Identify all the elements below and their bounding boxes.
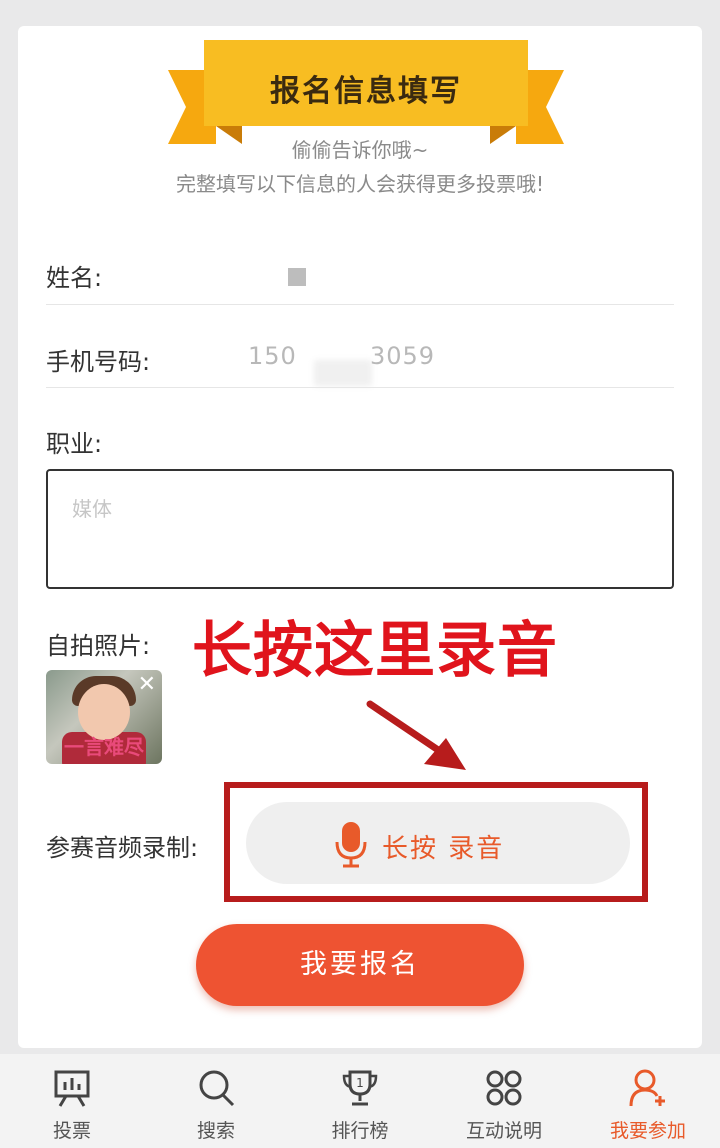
name-field[interactable] — [288, 268, 306, 286]
tab-vote[interactable]: 投票 — [12, 1054, 132, 1148]
tab-label: 我要参加 — [609, 1120, 686, 1142]
job-input[interactable]: 媒体 — [46, 469, 674, 589]
tab-label: 互动说明 — [465, 1120, 542, 1142]
audio-label: 参赛音频录制: — [46, 834, 199, 862]
phone-redaction — [314, 360, 372, 386]
tab-label: 排行榜 — [331, 1120, 389, 1142]
bottom-tab-bar: 投票 搜索 1 排行榜 互动说明 我要参加 — [0, 1054, 720, 1148]
tab-interaction[interactable]: 互动说明 — [444, 1054, 564, 1148]
divider — [46, 387, 674, 388]
photo-caption: 一言难尽 — [64, 735, 144, 759]
name-label: 姓名: — [46, 264, 103, 292]
add-user-icon — [629, 1069, 665, 1107]
tab-label: 搜索 — [196, 1120, 235, 1142]
interaction-grid-icon — [486, 1070, 522, 1106]
record-button-label: 长按 录音 — [382, 834, 505, 864]
annotation-text: 长按这里录音 — [192, 616, 558, 686]
search-icon — [199, 1070, 235, 1107]
phone-suffix[interactable]: 3059 — [370, 342, 435, 370]
registration-card: 报名信息填写 偷偷告诉你哦~ 完整填写以下信息的人会获得更多投票哦! 姓名: 手… — [18, 26, 702, 1048]
phone-prefix[interactable]: 150 — [248, 342, 297, 370]
job-label: 职业: — [46, 430, 103, 458]
tab-search[interactable]: 搜索 — [156, 1054, 276, 1148]
tab-ranking[interactable]: 1 排行榜 — [300, 1054, 420, 1148]
vote-board-icon — [54, 1070, 90, 1107]
divider — [46, 304, 674, 305]
annotation-arrow-icon — [366, 700, 466, 770]
page-title: 报名信息填写 — [270, 74, 462, 109]
tab-join[interactable]: 我要参加 — [588, 1054, 708, 1148]
subtitle-hint: 偷偷告诉你哦~ — [291, 138, 429, 162]
subtitle-tip: 完整填写以下信息的人会获得更多投票哦! — [175, 172, 545, 196]
submit-button[interactable]: 我要报名 — [196, 924, 524, 1006]
close-icon[interactable]: ✕ — [138, 672, 156, 697]
phone-label: 手机号码: — [46, 348, 151, 376]
selfie-thumbnail[interactable]: 一言难尽 ✕ — [46, 670, 162, 764]
photo-label: 自拍照片: — [46, 632, 151, 660]
svg-text:1: 1 — [356, 1076, 364, 1090]
tab-label: 投票 — [52, 1120, 91, 1142]
trophy-icon: 1 — [342, 1070, 378, 1106]
microphone-icon — [335, 822, 367, 868]
job-value: 媒体 — [72, 497, 112, 521]
